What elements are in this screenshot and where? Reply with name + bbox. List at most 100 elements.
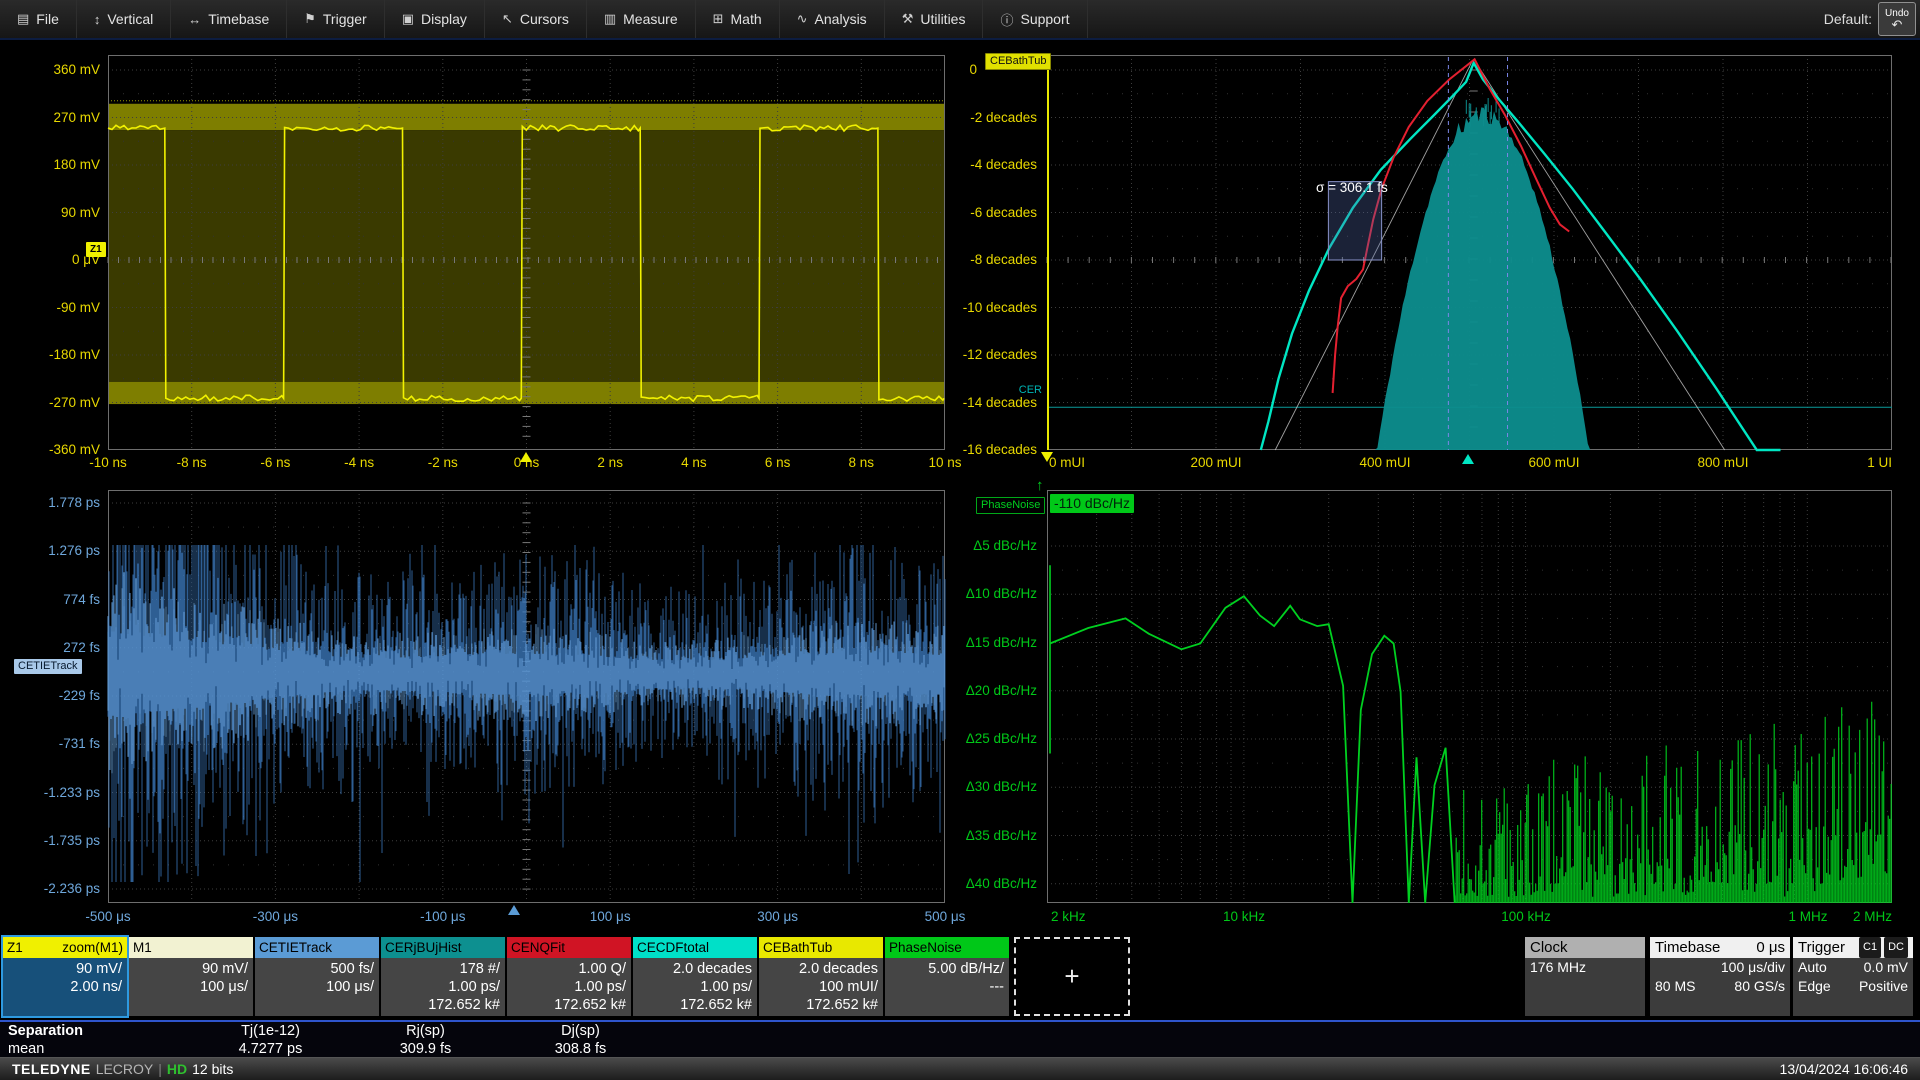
- descriptor-value-line: 172.652 k#: [806, 996, 878, 1014]
- y-tick-label: 90 mV: [0, 204, 100, 222]
- menu-item-trigger[interactable]: ⚑Trigger: [287, 0, 384, 38]
- descriptor-phasenoise[interactable]: PhaseNoise5.00 dB/Hz/---: [885, 937, 1009, 1016]
- measure-col-header-dj: Dj(sp): [503, 1022, 658, 1040]
- y-tick-label: Δ5 dBc/Hz: [925, 537, 1037, 555]
- x-tick-label: 800 mUI: [1683, 455, 1763, 471]
- y-tick-label: 272 fs: [0, 639, 100, 657]
- trigger-level-value: 0.0 mV: [1864, 958, 1908, 977]
- y-tick-label: Δ30 dBc/Hz: [925, 778, 1037, 796]
- measure-row-label: mean: [0, 1040, 193, 1058]
- descriptor-values: 178 #/1.00 ps/172.652 k#: [381, 958, 505, 1016]
- timebase-summary-box[interactable]: Timebase 0 μs 100 μs/div 80 MS 80 GS/s: [1650, 937, 1790, 1016]
- x-tick-label: 500 μs: [905, 909, 985, 925]
- cetietrack-trace-badge[interactable]: CETIETrack: [14, 659, 82, 674]
- descriptor-header: CERjBUjHist: [381, 937, 505, 958]
- menu-item-label: Analysis: [815, 11, 867, 27]
- menu-item-support[interactable]: ⓘSupport: [983, 0, 1087, 38]
- measurement-table: Separation Tj(1e-12) Rj(sp) Dj(sp) mean …: [0, 1020, 1920, 1057]
- menu-item-timebase[interactable]: ↔Timebase: [171, 0, 287, 38]
- menu-item-math[interactable]: ⊞Math: [696, 0, 780, 38]
- measure-tj-value: 4.7277 ps: [193, 1040, 348, 1058]
- menu-item-vertical[interactable]: ↕Vertical: [77, 0, 171, 38]
- bathtub-plot[interactable]: [1047, 55, 1892, 450]
- x-tick-label: 300 μs: [738, 909, 818, 925]
- menu-right: Default: Undo ↶: [1824, 2, 1920, 36]
- descriptor-values: 2.0 decades100 mUI/172.652 k#: [759, 958, 883, 1016]
- descriptor-title: CERjBUjHist: [385, 937, 462, 958]
- status-bar: TELEDYNELECROY|HD12 bits 13/04/2024 16:0…: [0, 1057, 1920, 1080]
- menu-item-analysis[interactable]: ∿ Analysis: [780, 0, 885, 38]
- menu-item-utilities[interactable]: ⚒Utilities: [885, 0, 984, 38]
- x-tick-label: 10 ns: [905, 455, 985, 471]
- cer-threshold-label: CER: [996, 384, 1042, 396]
- descriptor-title: M1: [133, 937, 152, 958]
- x-tick-label: -500 μs: [68, 909, 148, 925]
- descriptor-value-line: 100 mUI/: [819, 978, 878, 996]
- undo-button[interactable]: Undo ↶: [1878, 2, 1916, 36]
- clock-summary-box[interactable]: Clock 176 MHz: [1525, 937, 1645, 1016]
- menu-item-cursors[interactable]: ↖Cursors: [485, 0, 587, 38]
- cebathtub-trace-badge[interactable]: CEBathTub: [985, 53, 1051, 70]
- x-tick-label: 10 kHz: [1204, 909, 1284, 925]
- descriptor-header: CECDFtotal: [633, 937, 757, 958]
- trigger-time-marker[interactable]: [520, 452, 532, 462]
- timebase-scale-value: 100 μs/div: [1721, 958, 1785, 977]
- x-tick-label: -300 μs: [235, 909, 315, 925]
- descriptor-title: PhaseNoise: [889, 937, 962, 958]
- descriptor-z1[interactable]: Z1zoom(M1)90 mV/2.00 ns/: [3, 937, 127, 1016]
- descriptor-m1[interactable]: M190 mV/100 μs/: [129, 937, 253, 1016]
- menu-item-label: Measure: [623, 11, 677, 27]
- measure-dj-value: 308.8 fs: [503, 1040, 658, 1058]
- y-tick-label: 0 μV: [0, 251, 100, 269]
- add-trace-button[interactable]: +: [1014, 937, 1130, 1016]
- bathtub-origin-marker[interactable]: [1041, 452, 1053, 462]
- bathtub-center-marker[interactable]: [1462, 454, 1474, 464]
- cursors-icon: ↖: [502, 11, 513, 27]
- menu-item-file[interactable]: ▤File: [0, 0, 77, 38]
- measure-col-header-rj: Rj(sp): [348, 1022, 503, 1040]
- trigger-summary-box[interactable]: Trigger C1 DC Auto 0.0 mV Edge Positive: [1793, 937, 1913, 1016]
- x-tick-label: -8 ns: [152, 455, 232, 471]
- menu-item-label: File: [36, 11, 59, 27]
- descriptor-header: PhaseNoise: [885, 937, 1009, 958]
- x-tick-label: -100 μs: [403, 909, 483, 925]
- descriptor-value-line: 178 #/: [460, 960, 500, 978]
- menu-item-display[interactable]: ▣Display: [385, 0, 485, 38]
- y-tick-label: -2 decades: [925, 109, 1037, 127]
- descriptor-title: CENQFit: [511, 937, 565, 958]
- descriptor-value-line: 100 μs/: [200, 978, 248, 996]
- zoom-waveform-plot[interactable]: [108, 55, 945, 450]
- descriptor-cenqfit[interactable]: CENQFit1.00 Q/1.00 ps/172.652 k#: [507, 937, 631, 1016]
- descriptor-cecdftotal[interactable]: CECDFtotal2.0 decades1.00 ps/172.652 k#: [633, 937, 757, 1016]
- x-tick-label: 8 ns: [821, 455, 901, 471]
- descriptor-value-line: 2.0 decades: [673, 960, 752, 978]
- menu-item-label: Trigger: [323, 11, 367, 27]
- tie-trigger-marker[interactable]: [508, 905, 520, 915]
- descriptor-value-line: 2.0 decades: [799, 960, 878, 978]
- descriptor-header: M1: [129, 937, 253, 958]
- y-tick-label: -1.735 ps: [0, 832, 100, 850]
- y-tick-label: Δ25 dBc/Hz: [925, 730, 1037, 748]
- trigger-source-badge: C1: [1859, 937, 1881, 958]
- menu-item-measure[interactable]: ▥Measure: [587, 0, 696, 38]
- utilities-icon: ⚒: [902, 11, 914, 27]
- z1-trace-badge[interactable]: Z1: [86, 242, 106, 257]
- descriptor-header: CETIETrack: [255, 937, 379, 958]
- descriptor-cerjbujhist[interactable]: CERjBUjHist178 #/1.00 ps/172.652 k#: [381, 937, 505, 1016]
- descriptor-header: Z1zoom(M1): [3, 937, 127, 958]
- phase-noise-plot[interactable]: [1047, 490, 1892, 903]
- descriptor-value-line: 172.652 k#: [554, 996, 626, 1014]
- descriptor-cetietrack[interactable]: CETIETrack500 fs/100 μs/: [255, 937, 379, 1016]
- phasenoise-trace-badge[interactable]: PhaseNoise: [976, 497, 1045, 514]
- tie-track-plot[interactable]: [108, 490, 945, 903]
- descriptor-cebathtub[interactable]: CEBathTub2.0 decades100 mUI/172.652 k#: [759, 937, 883, 1016]
- descriptor-value-line: 1.00 ps/: [448, 978, 500, 996]
- descriptor-value-line: 100 μs/: [326, 978, 374, 996]
- menu-item-label: Display: [421, 11, 467, 27]
- measure-col-header-tj: Tj(1e-12): [193, 1022, 348, 1040]
- timebase-title: Timebase: [1655, 937, 1720, 958]
- y-tick-label: -2.236 ps: [0, 880, 100, 898]
- descriptor-value-line: 172.652 k#: [680, 996, 752, 1014]
- y-tick-label: 1.276 ps: [0, 542, 100, 560]
- analysis-icon: ∿: [797, 11, 808, 27]
